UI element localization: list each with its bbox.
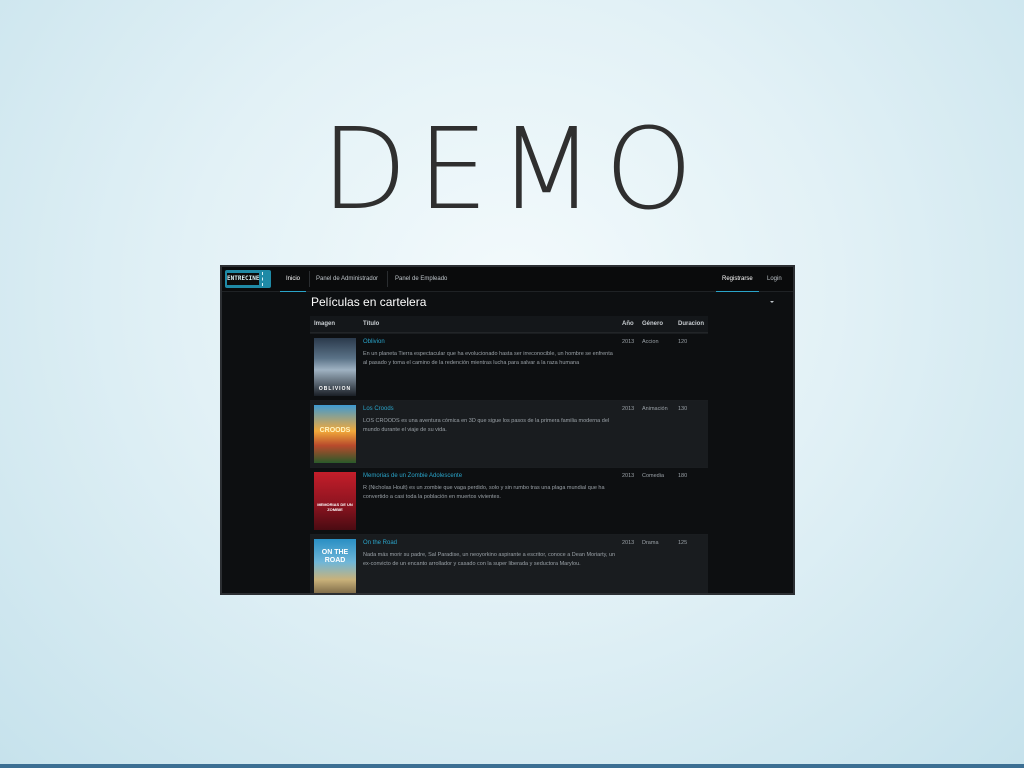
movie-title-link[interactable]: On the Road (363, 540, 397, 546)
movie-title-link[interactable]: Oblivion (363, 339, 385, 345)
nav-divider (387, 271, 388, 287)
movie-description: Nada más morir su padre, Sal Paradise, u… (363, 552, 616, 567)
movie-poster[interactable]: CROODS (314, 405, 356, 463)
movie-duration: 130 (678, 406, 688, 412)
movie-genre: Drama (642, 540, 659, 546)
header-titulo: Título (363, 321, 380, 327)
header-imagen: Imagen (314, 321, 336, 327)
logo-text: ENTRECINE (227, 273, 260, 285)
movie-genre: Comedia (642, 473, 665, 479)
movie-title-link[interactable]: Los Croods (363, 406, 394, 412)
movie-description: R (Nicholas Hoult) es un zombie que vaga… (363, 485, 605, 500)
app-screenshot: ENTRECINE Inicio Panel de Administrador … (220, 265, 795, 595)
header-duracion: Duracion (678, 321, 705, 327)
navbar: ENTRECINE Inicio Panel de Administrador … (222, 267, 793, 304)
poster-caption: OBLIVION (318, 386, 352, 392)
header-anio: Año (622, 321, 634, 327)
slide-title: DEMO (321, 105, 703, 235)
login-label: Login (767, 276, 782, 282)
movie-poster[interactable]: ON THE ROAD (314, 539, 356, 593)
movie-description: LOS CROODS es una aventura cómica en 3D … (363, 418, 610, 433)
movie-title-link[interactable]: Memorias de un Zombie Adolescente (363, 473, 462, 479)
caret-down-icon (770, 301, 774, 304)
nav-login[interactable]: Login (761, 267, 793, 304)
movie-genre: Accion (642, 339, 659, 345)
movie-year: 2013 (622, 473, 635, 479)
site-logo[interactable]: ENTRECINE (225, 270, 271, 288)
movie-duration: 120 (678, 339, 688, 345)
table-row: CROODS Los Croods LOS CROODS es una aven… (310, 400, 708, 467)
table-row: ON THE ROAD On the Road Nada más morir s… (310, 534, 708, 593)
nav-registrarse[interactable]: Registrarse (716, 267, 759, 292)
poster-caption: MEMORIAS DE UN ZOMBIE (317, 502, 353, 512)
movie-poster[interactable]: OBLIVION (314, 338, 356, 396)
bottom-accent-bar (0, 764, 1024, 768)
ticket-icon (262, 272, 269, 286)
movie-genre: Animación (642, 406, 668, 412)
movie-year: 2013 (622, 406, 635, 412)
movies-table: Imagen Título Año Género Duracion OBLIVI… (310, 316, 708, 593)
nav-panel-administrador[interactable]: Panel de Administrador (310, 267, 384, 291)
nav-panel-empleado[interactable]: Panel de Empleado (389, 267, 453, 291)
movie-poster[interactable]: MEMORIAS DE UN ZOMBIE (314, 472, 356, 530)
table-header: Imagen Título Año Género Duracion (310, 316, 708, 333)
movie-year: 2013 (622, 540, 635, 546)
header-genero: Género (642, 321, 664, 327)
movie-year: 2013 (622, 339, 635, 345)
page-title: Películas en cartelera (311, 295, 427, 309)
poster-caption: CROODS (319, 427, 351, 434)
movie-duration: 125 (678, 540, 688, 546)
nav-inicio[interactable]: Inicio (280, 267, 307, 292)
movie-duration: 180 (678, 473, 688, 479)
poster-caption: ON THE ROAD (321, 549, 349, 564)
table-row: OBLIVION Oblivion En un planeta Tierra e… (310, 333, 708, 400)
movie-description: En un planeta Tierra espectacular que ha… (363, 351, 613, 366)
table-row: MEMORIAS DE UN ZOMBIE Memorias de un Zom… (310, 467, 708, 534)
